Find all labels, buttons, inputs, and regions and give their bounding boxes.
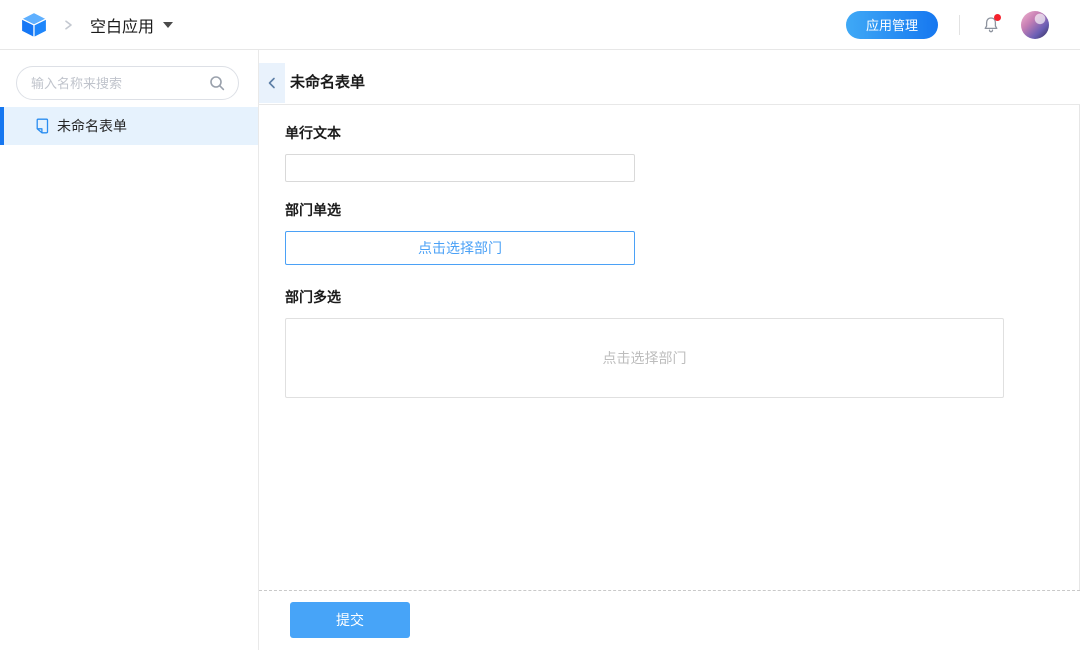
user-avatar[interactable] xyxy=(1021,11,1049,39)
active-indicator-bar xyxy=(0,107,4,145)
dept-single-select-button[interactable]: 点击选择部门 xyxy=(285,231,635,265)
app-name-dropdown[interactable]: 空白应用 xyxy=(90,13,173,37)
single-line-text-input[interactable] xyxy=(285,154,635,182)
caret-down-icon xyxy=(163,22,173,28)
search-icon[interactable] xyxy=(209,75,226,92)
app-manage-button[interactable]: 应用管理 xyxy=(846,11,938,39)
topbar-right-group: 应用管理 xyxy=(846,11,1049,39)
field-label-dept-single: 部门单选 xyxy=(285,202,1079,219)
topbar-divider xyxy=(959,15,960,35)
form-header: 未命名表单 xyxy=(259,50,1080,105)
notification-badge xyxy=(994,14,1001,21)
submit-button[interactable]: 提交 xyxy=(290,602,410,638)
notification-bell-icon[interactable] xyxy=(981,15,1001,35)
form-document-icon xyxy=(34,117,51,135)
sidebar-item-form[interactable]: 未命名表单 xyxy=(0,107,258,145)
main-panel: 未命名表单 单行文本 部门单选 点击选择部门 部门多选 点击选择部门 提交 xyxy=(259,50,1080,650)
form-body: 单行文本 部门单选 点击选择部门 部门多选 点击选择部门 xyxy=(259,105,1080,590)
breadcrumb-chevron-icon xyxy=(61,18,75,32)
app-logo-cube-icon[interactable] xyxy=(20,11,48,39)
dept-multi-select-area[interactable]: 点击选择部门 xyxy=(285,318,1004,398)
form-footer: 提交 xyxy=(259,591,1080,638)
topbar: 空白应用 应用管理 xyxy=(0,0,1080,50)
app-window: 空白应用 应用管理 xyxy=(0,0,1080,650)
app-name: 空白应用 xyxy=(90,13,154,37)
field-label-dept-multi: 部门多选 xyxy=(285,289,1079,306)
dept-multi-placeholder: 点击选择部门 xyxy=(603,348,687,368)
sidebar-search-box xyxy=(16,66,239,100)
form-title: 未命名表单 xyxy=(290,63,365,103)
field-label-single-line-text: 单行文本 xyxy=(285,125,1079,142)
back-button[interactable] xyxy=(259,63,285,103)
sidebar-search-input[interactable] xyxy=(17,76,209,91)
sidebar: 未命名表单 xyxy=(0,50,259,650)
sidebar-item-label: 未命名表单 xyxy=(57,116,127,136)
